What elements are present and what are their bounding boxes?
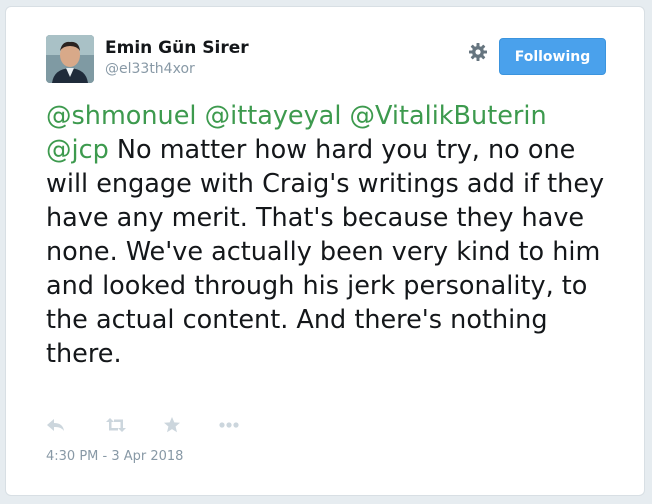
- tweet-body: No matter how hard you try, no one will …: [46, 135, 605, 369]
- avatar-photo: [46, 35, 94, 83]
- mention-link[interactable]: @jcp: [46, 135, 109, 165]
- reply-icon[interactable]: [46, 415, 66, 435]
- avatar[interactable]: [46, 35, 94, 83]
- following-button[interactable]: Following: [499, 38, 606, 75]
- retweet-icon[interactable]: [104, 415, 128, 435]
- author-handle[interactable]: @el33th4xor: [105, 61, 195, 77]
- mention-link[interactable]: @ittayeyal: [205, 101, 342, 131]
- more-options-icon[interactable]: [218, 415, 240, 435]
- favorite-star-icon[interactable]: [163, 415, 181, 435]
- mention-link[interactable]: @VitalikButerin: [350, 101, 547, 131]
- tweet-timestamp[interactable]: 4:30 PM - 3 Apr 2018: [46, 449, 183, 464]
- gear-icon[interactable]: [466, 40, 490, 64]
- tweet-card: Emin Gün Sirer @el33th4xor Following @sh…: [5, 6, 645, 496]
- mention-link[interactable]: @shmonuel: [46, 101, 197, 131]
- author-name[interactable]: Emin Gün Sirer: [105, 38, 249, 58]
- tweet-text: @shmonuel @ittayeyal @VitalikButerin @jc…: [46, 99, 616, 371]
